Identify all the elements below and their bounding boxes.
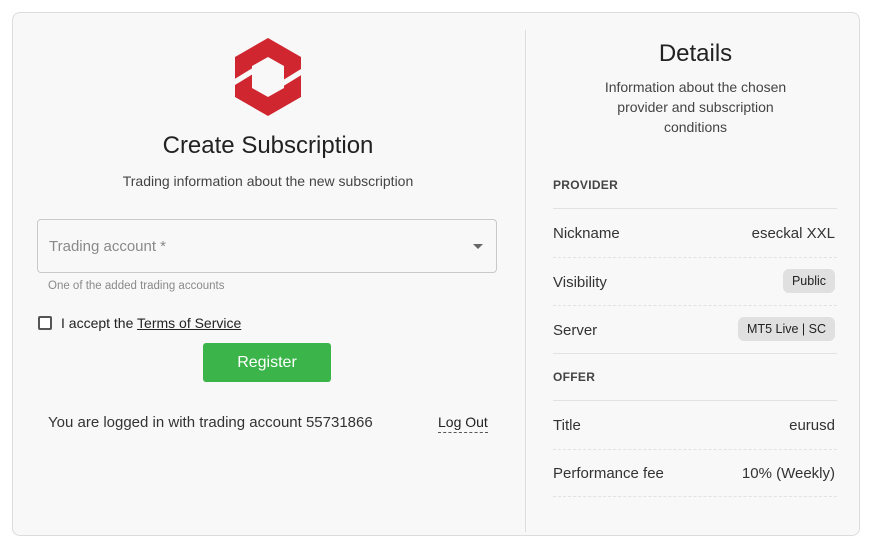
vertical-divider bbox=[525, 30, 526, 532]
subscription-card: Create Subscription Trading information … bbox=[12, 12, 860, 536]
divider bbox=[553, 305, 837, 306]
offer-title-label: Title bbox=[553, 417, 581, 434]
page-subtitle: Trading information about the new subscr… bbox=[122, 173, 414, 189]
divider bbox=[553, 496, 837, 497]
divider bbox=[553, 257, 837, 258]
chevron-down-icon bbox=[473, 244, 483, 249]
nickname-value: eseckal XXL bbox=[751, 225, 835, 242]
accept-terms-checkbox[interactable] bbox=[38, 316, 52, 330]
nickname-label: Nickname bbox=[553, 225, 620, 242]
details-subtitle: Information about the chosen provider an… bbox=[604, 79, 787, 135]
details-title: Details bbox=[658, 40, 733, 67]
logged-in-status: You are logged in with trading account 5… bbox=[48, 414, 373, 431]
divider bbox=[553, 353, 837, 354]
visibility-label: Visibility bbox=[553, 274, 607, 291]
visibility-badge: Public bbox=[782, 269, 835, 293]
divider bbox=[553, 208, 837, 209]
provider-section-label: PROVIDER bbox=[553, 178, 619, 192]
performance-fee-value: 10% (Weekly) bbox=[741, 465, 835, 482]
divider bbox=[553, 400, 837, 401]
terms-of-service-link[interactable]: Terms of Service bbox=[137, 315, 241, 331]
server-label: Server bbox=[553, 322, 598, 339]
trading-account-helper: One of the added trading accounts bbox=[48, 280, 225, 292]
accept-terms-label: I accept the Terms of Service bbox=[61, 315, 241, 331]
offer-section-label: OFFER bbox=[553, 370, 596, 384]
register-button[interactable]: Register bbox=[203, 343, 331, 382]
trading-account-placeholder: Trading account * bbox=[49, 238, 167, 255]
hexagon-logo-icon bbox=[233, 38, 303, 116]
accept-prefix: I accept the bbox=[61, 315, 134, 331]
page-title: Create Subscription bbox=[162, 132, 374, 159]
performance-fee-label: Performance fee bbox=[553, 465, 664, 482]
server-badge: MT5 Live | SC bbox=[738, 317, 835, 341]
offer-title-value: eurusd bbox=[789, 417, 835, 434]
logout-link[interactable]: Log Out bbox=[438, 414, 488, 433]
divider bbox=[553, 449, 837, 450]
trading-account-select[interactable]: Trading account * bbox=[37, 219, 497, 273]
